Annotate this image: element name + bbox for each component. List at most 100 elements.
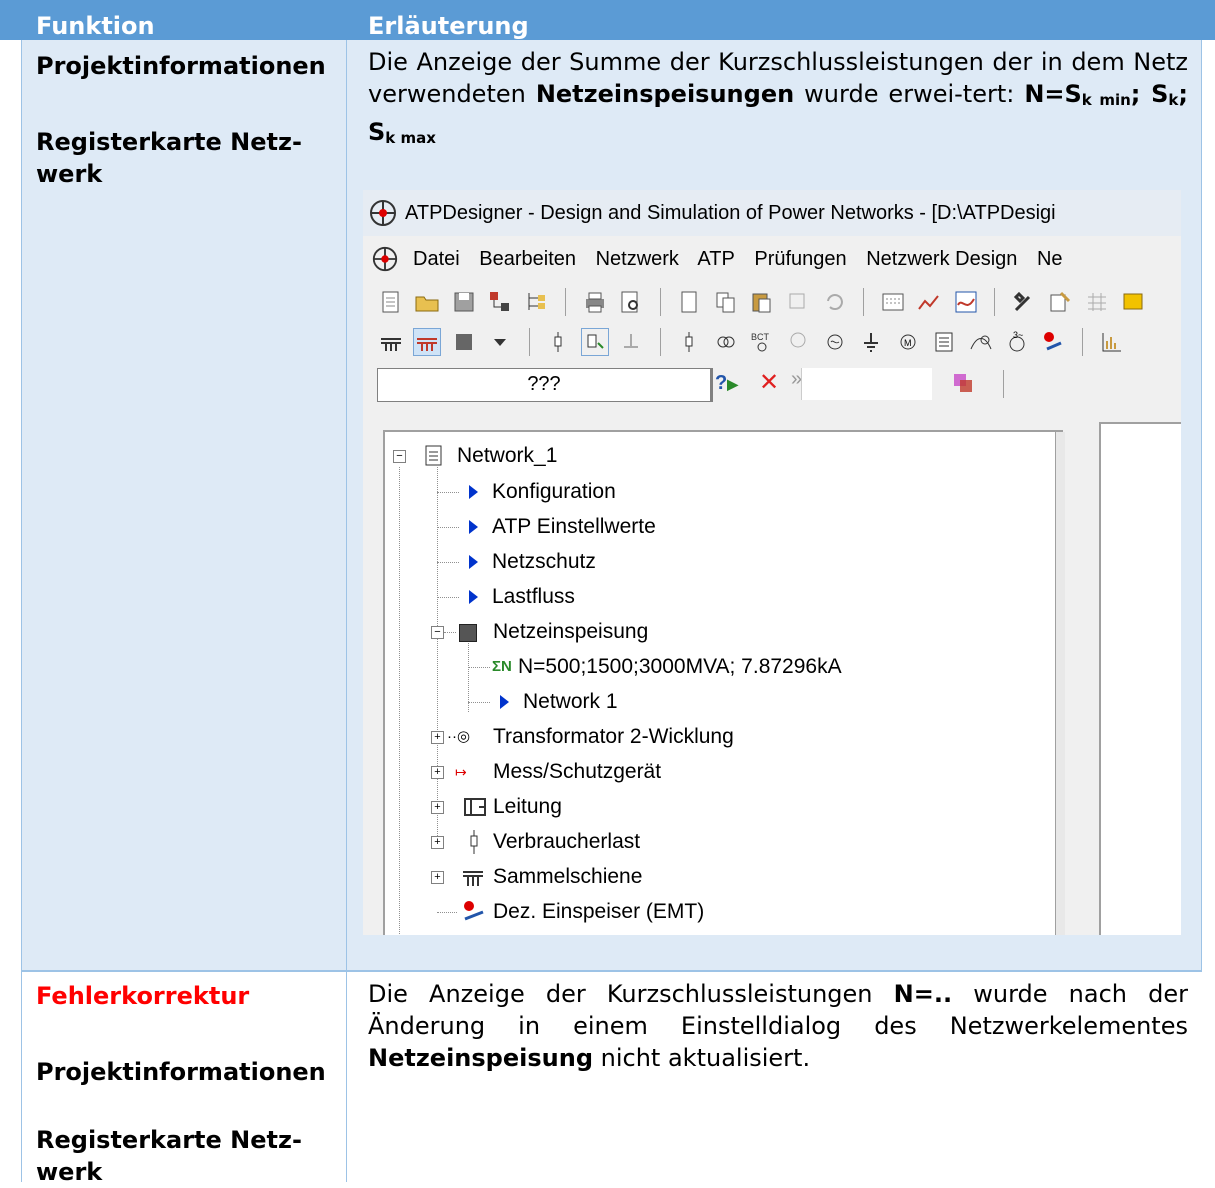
ground-icon[interactable] <box>618 329 644 355</box>
grid-icon[interactable] <box>1084 289 1110 315</box>
menu-netzwerk[interactable]: Netzwerk <box>596 248 679 270</box>
earth-icon[interactable] <box>858 329 884 355</box>
network-icon[interactable] <box>487 289 513 315</box>
load-arrow-icon[interactable] <box>580 328 609 356</box>
row1-description: Die Anzeige der Summe der Kurzschlusslei… <box>368 46 1188 154</box>
table-header-row <box>0 0 1215 40</box>
menu-datei[interactable]: Datei <box>413 248 460 270</box>
load-icon <box>470 830 478 854</box>
svg-text:BCT: BCT <box>751 332 770 342</box>
tree-root-label: Network_1 <box>457 444 558 467</box>
busbar-red-icon[interactable] <box>413 328 442 356</box>
tree-item-feed-network[interactable]: Network 1 <box>468 685 618 719</box>
busbar-icon[interactable] <box>378 329 404 355</box>
motor-icon[interactable]: M <box>895 329 921 355</box>
print-icon[interactable] <box>582 289 608 315</box>
arrow-icon <box>500 695 509 710</box>
layer-icon[interactable] <box>950 370 976 396</box>
plot-icon[interactable] <box>953 289 979 315</box>
settings-icon[interactable] <box>1047 289 1073 315</box>
tree-item-protection[interactable]: Netzschutz <box>437 545 596 579</box>
report-icon[interactable] <box>931 329 957 355</box>
row2-label-tab-line1: Registerkarte Netz- <box>36 1126 302 1154</box>
app-logo-icon <box>370 200 396 226</box>
element-combo[interactable]: ??? <box>377 368 713 402</box>
row1-text-after: wurde erwei-tert: <box>804 80 1015 108</box>
tree-item-loadflow[interactable]: Lastfluss <box>437 580 575 614</box>
load-icon[interactable] <box>545 329 571 355</box>
delete-icon[interactable]: ✕ <box>759 368 779 397</box>
transformer-icon[interactable] <box>713 329 739 355</box>
arrow-icon <box>469 590 478 605</box>
keyboard-icon[interactable] <box>880 289 906 315</box>
paste-icon[interactable] <box>749 289 775 315</box>
feed-icon[interactable] <box>451 329 477 355</box>
row-divider <box>22 970 1202 972</box>
menu-netzwerk-design[interactable]: Netzwerk Design <box>866 248 1017 270</box>
tree-item-config[interactable]: Konfiguration <box>437 475 616 509</box>
tree-icon[interactable] <box>524 289 550 315</box>
value-field[interactable] <box>801 368 932 400</box>
toolbar-elements: BCT M 3~ <box>363 322 1181 362</box>
row2-label-tab-line2: werk <box>36 1158 103 1186</box>
toolbar-search: ??? ?▶ ✕ » <box>363 362 1181 406</box>
phase-chart-icon[interactable] <box>1099 329 1125 355</box>
copy-icon[interactable] <box>713 289 739 315</box>
bct-icon[interactable]: BCT <box>749 329 775 355</box>
help-search-icon[interactable]: ?▶ <box>715 372 738 395</box>
arrow-icon <box>469 485 478 500</box>
generator-icon[interactable] <box>822 329 848 355</box>
arrow-icon <box>469 520 478 535</box>
toolbar-file <box>363 282 1181 322</box>
svg-text:M: M <box>904 338 912 348</box>
transformer-icon: ··◎ <box>447 728 471 745</box>
row2-label-fix: Fehlerkorrektur <box>36 982 250 1010</box>
menu-more[interactable]: Ne <box>1037 248 1063 270</box>
network-tree[interactable]: − Network_1 Konfiguration ATP Einstellwe… <box>383 430 1065 935</box>
row1-label-project-info: Projektinformationen <box>36 52 326 80</box>
header-explanation: Erläuterung <box>368 9 529 43</box>
row2-description: Die Anzeige der Kurzschlussleistungen N=… <box>368 980 1188 1072</box>
save-icon[interactable] <box>451 289 477 315</box>
dg-feed-icon[interactable] <box>1041 329 1067 355</box>
open-folder-icon[interactable] <box>414 289 440 315</box>
document-icon <box>425 445 442 466</box>
print-preview-icon[interactable] <box>618 289 644 315</box>
capacitor-icon[interactable] <box>676 329 702 355</box>
new-file-icon[interactable] <box>378 289 404 315</box>
header-function: Funktion <box>36 9 155 43</box>
three-phase-icon[interactable]: 3~ <box>1004 329 1030 355</box>
arrow-icon <box>469 555 478 570</box>
new-doc-icon[interactable] <box>676 289 702 315</box>
tree-item-atp-settings[interactable]: ATP Einstellwerte <box>437 510 656 544</box>
sigma-n-icon: ΣN <box>492 658 512 675</box>
window-title-bar: ATPDesigner - Design and Simulation of P… <box>363 190 1181 236</box>
source-icon[interactable] <box>785 329 811 355</box>
tools-icon[interactable] <box>1011 289 1037 315</box>
dg-feed-icon <box>464 901 484 921</box>
relay-icon: ↦ <box>455 764 467 780</box>
undo-icon[interactable] <box>822 289 848 315</box>
busbar-icon <box>463 871 483 886</box>
menu-pruefungen[interactable]: Prüfungen <box>754 248 846 270</box>
chart-icon[interactable] <box>916 289 942 315</box>
window-title: ATPDesigner - Design and Simulation of P… <box>405 202 1056 224</box>
help-icon[interactable] <box>1120 289 1146 315</box>
line-icon <box>464 798 486 816</box>
element-combo-value: ??? <box>527 373 561 395</box>
drawing-panel[interactable] <box>1099 422 1181 935</box>
right-border <box>1201 40 1202 970</box>
duplicate-icon[interactable] <box>785 289 811 315</box>
menu-app-icon <box>372 246 398 272</box>
menu-bar: Datei Bearbeiten Netzwerk ATP Prüfungen … <box>363 236 1181 282</box>
menu-bearbeiten[interactable]: Bearbeiten <box>479 248 576 270</box>
curve-icon[interactable] <box>968 329 994 355</box>
dropdown-arrow-icon[interactable] <box>487 329 513 355</box>
svg-text:3~: 3~ <box>1013 330 1023 340</box>
app-screenshot: ATPDesigner - Design and Simulation of P… <box>363 190 1181 935</box>
left-border <box>21 40 22 1182</box>
menu-atp[interactable]: ATP <box>697 248 734 270</box>
row1-label-tab-line2: werk <box>36 160 103 188</box>
row1-label-tab-line1: Registerkarte Netz- <box>36 128 302 156</box>
row1-text-bold: Netzeinspeisungen <box>535 80 795 108</box>
